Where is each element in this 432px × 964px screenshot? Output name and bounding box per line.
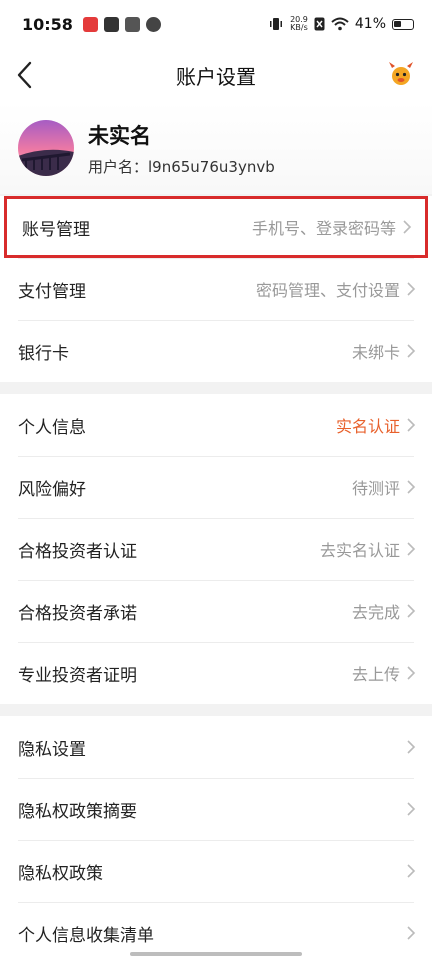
wifi-icon (331, 17, 349, 31)
status-left: 10:58 (22, 15, 161, 34)
row-privacy-settings[interactable]: 隐私设置 (0, 716, 432, 778)
row-payment-management[interactable]: 支付管理 密码管理、支付设置 (0, 258, 432, 320)
row-value: 去实名认证 (319, 541, 400, 560)
row-label: 账号管理 (22, 219, 90, 240)
row-value: 去完成 (351, 603, 400, 622)
row-label: 专业投资者证明 (18, 665, 137, 686)
chevron-left-icon (17, 61, 32, 89)
network-speed: 20.9 KB/s (290, 16, 308, 32)
row-label: 支付管理 (18, 281, 86, 302)
chevron-right-icon (407, 542, 416, 556)
row-right: 去实名认证 (320, 537, 416, 561)
chevron-right-icon (407, 740, 416, 754)
row-right: 待测评 (352, 475, 416, 499)
row-value: 实名认证 (335, 417, 400, 436)
chevron-right-icon (407, 864, 416, 878)
row-label: 隐私权政策 (18, 863, 103, 884)
row-right: 密码管理、支付设置 (256, 277, 416, 301)
chevron-right-icon (407, 802, 416, 816)
chevron-right-icon (407, 418, 416, 432)
network-speed-unit: KB/s (290, 23, 308, 32)
row-label: 隐私设置 (18, 739, 86, 760)
chevron-right-icon (407, 282, 416, 296)
row-label: 个人信息 (18, 417, 86, 438)
row-right (400, 801, 416, 817)
chevron-right-icon (407, 604, 416, 618)
battery-percent: 41% (354, 16, 386, 32)
row-right: 未绑卡 (352, 339, 416, 363)
row-label: 隐私权政策摘要 (18, 801, 137, 822)
vibrate-icon (270, 18, 283, 30)
chevron-right-icon (403, 220, 412, 234)
row-right (400, 925, 416, 941)
chevron-right-icon (407, 666, 416, 680)
app-notification-icon (124, 16, 140, 32)
app-notification-icon (82, 16, 98, 32)
chevron-right-icon (407, 480, 416, 494)
status-time: 10:58 (22, 14, 73, 34)
avatar-image (18, 120, 74, 176)
row-personal-info[interactable]: 个人信息 实名认证 (0, 394, 432, 456)
sim-icon (314, 17, 325, 31)
row-right: 去上传 (352, 661, 416, 685)
nav-bar: 账户设置 (0, 48, 432, 102)
avatar[interactable] (18, 120, 74, 176)
status-right: 20.9 KB/s 41% (268, 16, 414, 32)
row-account-management[interactable]: 账号管理 手机号、登录密码等 (4, 196, 428, 258)
row-value: 去上传 (351, 665, 400, 684)
row-right: 手机号、登录密码等 (252, 215, 412, 239)
back-button[interactable] (10, 57, 40, 93)
settings-group-account: 账号管理 手机号、登录密码等 支付管理 密码管理、支付设置 银行卡 未绑卡 (0, 196, 432, 382)
row-label: 合格投资者认证 (18, 541, 137, 562)
row-bank-card[interactable]: 银行卡 未绑卡 (0, 320, 432, 382)
settings-group-privacy: 隐私设置 隐私权政策摘要 隐私权政策 个人信息收集清单 (0, 716, 432, 964)
app-notification-icon (103, 16, 119, 32)
row-right (400, 739, 416, 755)
row-value: 未绑卡 (351, 343, 400, 362)
chevron-right-icon (407, 344, 416, 358)
row-value: 待测评 (351, 479, 400, 498)
chevron-right-icon (407, 926, 416, 940)
settings-group-investor: 个人信息 实名认证 风险偏好 待测评 合格投资者认证 去实名认证 合格投资者承诺… (0, 394, 432, 704)
row-risk-preference[interactable]: 风险偏好 待测评 (0, 456, 432, 518)
home-indicator[interactable] (130, 952, 302, 956)
row-label: 银行卡 (18, 343, 69, 364)
row-right: 去完成 (352, 599, 416, 623)
row-privacy-policy-summary[interactable]: 隐私权政策摘要 (0, 778, 432, 840)
row-right (400, 863, 416, 879)
row-label: 合格投资者承诺 (18, 603, 137, 624)
battery-icon (392, 18, 414, 30)
status-bar: 10:58 20.9 KB/s 41% (0, 0, 432, 48)
row-qualified-investor-commitment[interactable]: 合格投资者承诺 去完成 (0, 580, 432, 642)
profile-header[interactable]: 未实名 用户名：l9n65u76u3ynvb (0, 102, 432, 194)
app-notification-icon (145, 16, 161, 32)
row-right: 实名认证 (336, 413, 416, 437)
profile-text: 未实名 用户名：l9n65u76u3ynvb (88, 120, 275, 177)
mascot-icon[interactable] (386, 59, 416, 89)
row-label: 个人信息收集清单 (18, 925, 154, 946)
profile-name: 未实名 (88, 123, 151, 148)
page-title: 账户设置 (176, 64, 256, 89)
profile-username: 用户名：l9n65u76u3ynvb (88, 157, 275, 176)
row-qualified-investor-certification[interactable]: 合格投资者认证 去实名认证 (0, 518, 432, 580)
row-label: 风险偏好 (18, 479, 86, 500)
row-professional-investor-proof[interactable]: 专业投资者证明 去上传 (0, 642, 432, 704)
row-value: 手机号、登录密码等 (251, 219, 396, 238)
row-privacy-policy[interactable]: 隐私权政策 (0, 840, 432, 902)
row-value: 密码管理、支付设置 (255, 281, 400, 300)
